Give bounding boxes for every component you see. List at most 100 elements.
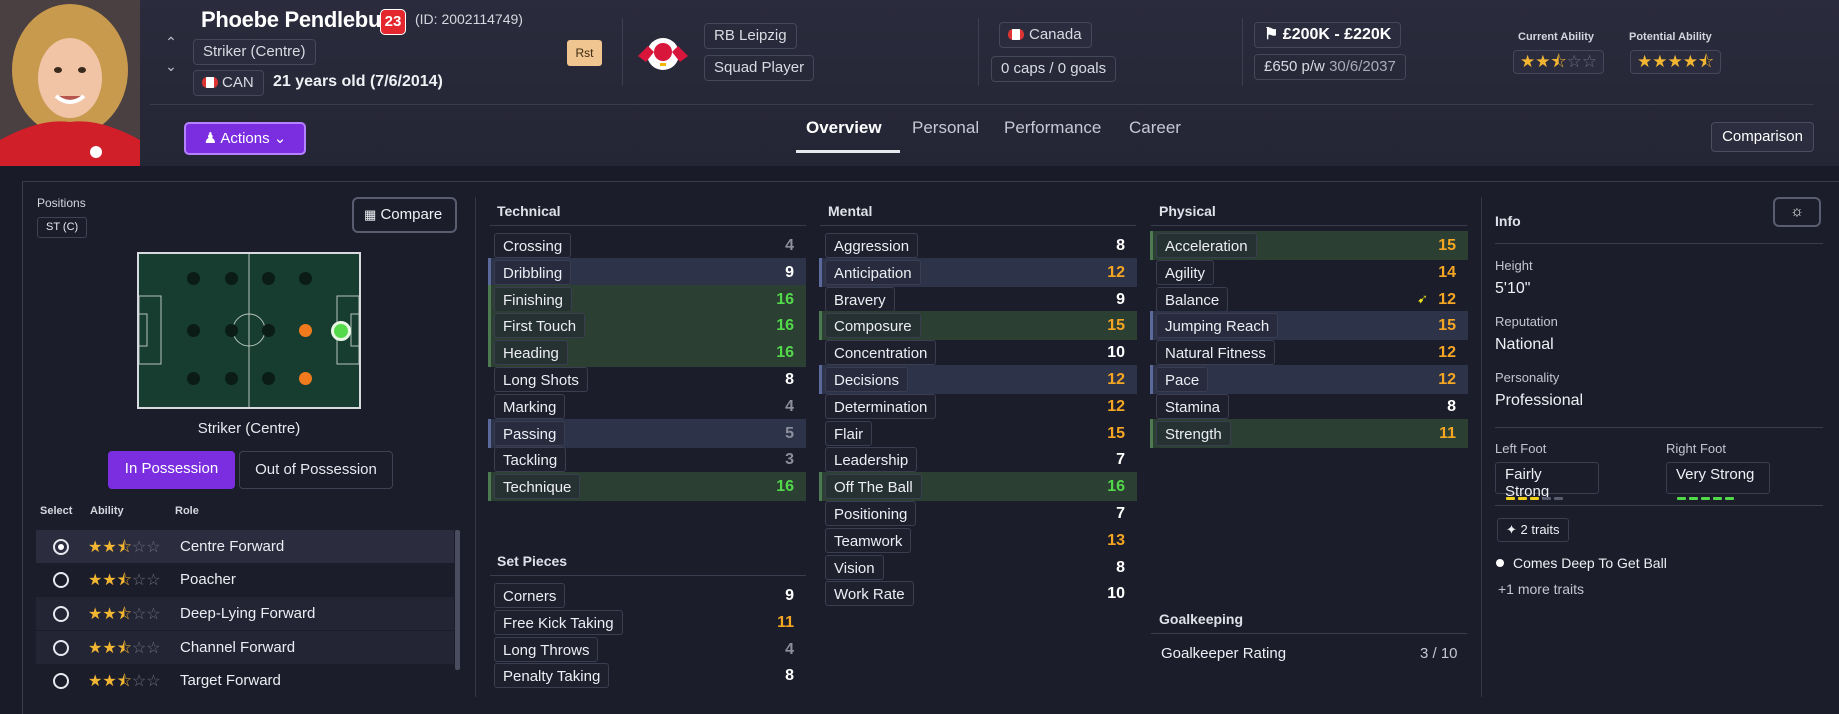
attribute-row[interactable]: Marking 4 bbox=[488, 392, 806, 421]
right-foot-label: Right Foot bbox=[1666, 441, 1726, 456]
role-row[interactable]: ★★⯪☆☆ Deep-Lying Forward bbox=[36, 597, 454, 630]
radio-unselected[interactable] bbox=[53, 572, 69, 588]
attribute-value: 10 bbox=[1107, 344, 1125, 362]
attribute-row[interactable]: Composure 15 bbox=[819, 311, 1137, 341]
flag-icon bbox=[202, 77, 218, 88]
attribute-row[interactable]: Balance 12 ➹ bbox=[1150, 285, 1468, 314]
attribute-row[interactable]: Concentration 10 bbox=[819, 338, 1137, 367]
attribute-value: 8 bbox=[1116, 558, 1125, 576]
attribute-row[interactable]: Flair 15 bbox=[819, 419, 1137, 448]
traits-count: 2 traits bbox=[1520, 522, 1560, 537]
attribute-value: 12 bbox=[1107, 397, 1125, 415]
attribute-row[interactable]: Pace 12 bbox=[1150, 365, 1468, 394]
comparison-button[interactable]: Comparison bbox=[1711, 122, 1814, 152]
attribute-value: 12 bbox=[1107, 371, 1125, 388]
attribute-row[interactable]: Technique 16 bbox=[488, 472, 806, 502]
wage: £650 p/w bbox=[1264, 58, 1325, 75]
tab-career[interactable]: Career bbox=[1129, 118, 1181, 138]
traits-count-chip[interactable]: ✦ 2 traits bbox=[1497, 518, 1569, 542]
attribute-row[interactable]: Jumping Reach 15 bbox=[1150, 311, 1468, 341]
attribute-row[interactable]: Aggression 8 bbox=[819, 231, 1137, 260]
radio-unselected[interactable] bbox=[53, 606, 69, 622]
attribute-row[interactable]: Agility 14 bbox=[1150, 258, 1468, 287]
attribute-row[interactable]: Dribbling 9 bbox=[488, 257, 806, 287]
position-dot bbox=[187, 272, 200, 285]
highlight-marker bbox=[488, 418, 491, 448]
role-row[interactable]: ★★⯪☆☆ Channel Forward bbox=[36, 631, 454, 664]
set-pieces-title: Set Pieces bbox=[497, 553, 568, 569]
attribute-row[interactable]: Long Throws 4 bbox=[488, 635, 806, 664]
attribute-value: 9 bbox=[785, 587, 794, 604]
attribute-row[interactable]: Strength 11 bbox=[1150, 418, 1468, 448]
attribute-row[interactable]: Corners 9 bbox=[488, 581, 806, 610]
role-row[interactable]: ★★⯪☆☆ Centre Forward bbox=[36, 530, 454, 563]
actions-button[interactable]: ♟ Actions ⌄ bbox=[184, 122, 306, 155]
info-title: Info bbox=[1495, 213, 1521, 229]
role-name: Target Forward bbox=[180, 672, 281, 689]
attribute-row[interactable]: Determination 12 bbox=[819, 392, 1137, 421]
position-dot bbox=[225, 372, 238, 385]
goalkeeper-rating-label: Goalkeeper Rating bbox=[1161, 645, 1287, 662]
caps-goals: 0 caps / 0 goals bbox=[991, 56, 1117, 82]
tab-personal[interactable]: Personal bbox=[912, 118, 979, 138]
attribute-row[interactable]: Natural Fitness 12 bbox=[1150, 338, 1468, 367]
highlight-marker bbox=[488, 284, 491, 314]
role-row[interactable]: ★★⯪☆☆ Target Forward bbox=[36, 664, 454, 697]
attribute-row[interactable]: Vision 8 bbox=[819, 553, 1137, 582]
attribute-row[interactable]: Passing 5 bbox=[488, 418, 806, 448]
attribute-name: Flair bbox=[825, 420, 873, 446]
role-stars: ★★⯪☆☆ bbox=[88, 606, 161, 623]
out-of-possession-toggle[interactable]: Out of Possession bbox=[239, 451, 393, 489]
position-dot bbox=[262, 324, 275, 337]
attribute-name: Concentration bbox=[825, 340, 937, 366]
attribute-name: Tackling bbox=[494, 447, 567, 473]
position-dot-natural bbox=[331, 321, 351, 341]
attribute-row[interactable]: Tackling 3 bbox=[488, 445, 806, 474]
attribute-row[interactable]: Acceleration 15 bbox=[1150, 231, 1468, 260]
radio-selected[interactable] bbox=[53, 539, 69, 555]
radio-unselected[interactable] bbox=[53, 673, 69, 689]
attribute-name: Determination bbox=[825, 393, 937, 419]
compare-button[interactable]: ▦ Compare bbox=[352, 197, 457, 233]
attribute-name: Acceleration bbox=[1156, 233, 1257, 258]
role-stars: ★★⯪☆☆ bbox=[88, 640, 161, 657]
attribute-row[interactable]: Teamwork 13 bbox=[819, 526, 1137, 555]
settings-icon[interactable]: ☼ bbox=[1773, 197, 1821, 227]
more-traits-link[interactable]: +1 more traits bbox=[1498, 581, 1584, 597]
player-photo bbox=[0, 0, 140, 166]
attribute-row[interactable]: Crossing 4 bbox=[488, 231, 806, 260]
chevron-up-icon[interactable]: ⌃ bbox=[160, 30, 182, 54]
attribute-row[interactable]: Leadership 7 bbox=[819, 445, 1137, 474]
club-logo bbox=[636, 30, 690, 74]
attribute-row[interactable]: Decisions 12 bbox=[819, 365, 1137, 394]
nation-name: Canada bbox=[1029, 26, 1082, 43]
position-dot-accomplished bbox=[299, 372, 312, 385]
position-dot bbox=[225, 272, 238, 285]
attribute-name: Strength bbox=[1156, 420, 1231, 446]
tab-performance[interactable]: Performance bbox=[1004, 118, 1101, 138]
club-name[interactable]: RB Leipzig bbox=[704, 23, 797, 49]
nationality-chip: CAN bbox=[193, 70, 264, 96]
attribute-row[interactable]: Work Rate 10 bbox=[819, 579, 1137, 608]
attribute-row[interactable]: Off The Ball 16 bbox=[819, 472, 1137, 502]
attribute-row[interactable]: First Touch 16 bbox=[488, 311, 806, 341]
attribute-row[interactable]: Penalty Taking 8 bbox=[488, 661, 806, 690]
attribute-row[interactable]: Positioning 7 bbox=[819, 499, 1137, 528]
attribute-row[interactable]: Stamina 8 bbox=[1150, 392, 1468, 421]
tab-overview[interactable]: Overview bbox=[806, 118, 882, 138]
divider bbox=[1495, 427, 1823, 428]
role-stars: ★★⯪☆☆ bbox=[88, 673, 161, 690]
attribute-row[interactable]: Long Shots 8 bbox=[488, 365, 806, 394]
nation-chip[interactable]: Canada bbox=[999, 22, 1092, 48]
attribute-row[interactable]: Bravery 9 bbox=[819, 285, 1137, 314]
attribute-row[interactable]: Heading 16 bbox=[488, 338, 806, 368]
roles-scrollbar[interactable] bbox=[455, 530, 460, 670]
radio-unselected[interactable] bbox=[53, 640, 69, 656]
in-possession-toggle[interactable]: In Possession bbox=[108, 451, 235, 489]
attribute-row[interactable]: Free Kick Taking 11 bbox=[488, 608, 806, 637]
role-row[interactable]: ★★⯪☆☆ Poacher bbox=[36, 563, 454, 596]
height-label: Height bbox=[1495, 258, 1533, 273]
attribute-row[interactable]: Finishing 16 bbox=[488, 284, 806, 314]
chevron-down-icon[interactable]: ⌄ bbox=[160, 54, 182, 78]
attribute-row[interactable]: Anticipation 12 bbox=[819, 257, 1137, 287]
